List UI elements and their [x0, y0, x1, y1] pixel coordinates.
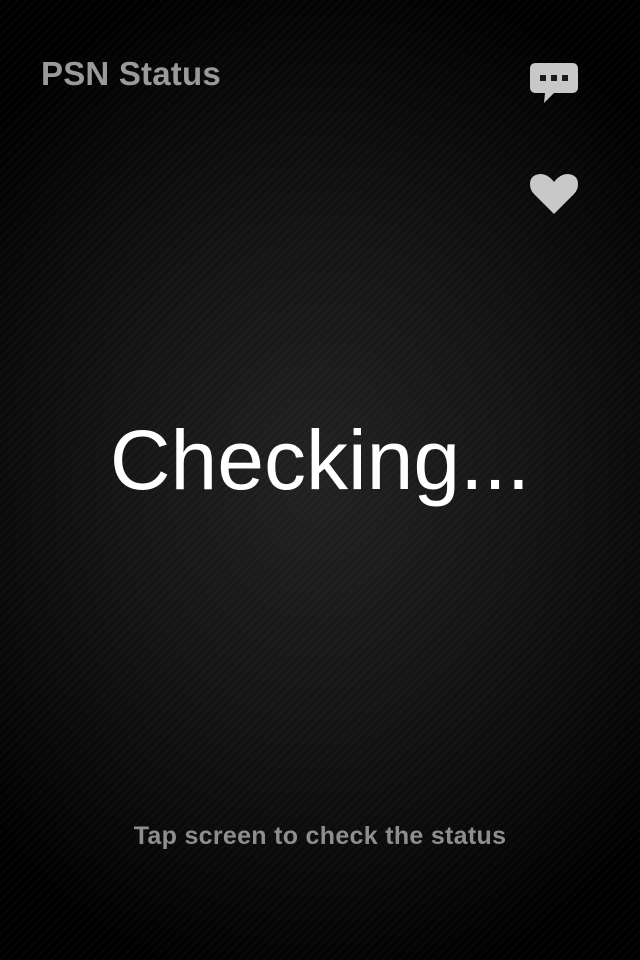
tap-to-check-area[interactable]: PSN Status Checking... Tap screen to che…	[0, 0, 640, 960]
status-message: Checking...	[109, 413, 531, 507]
heart-icon	[530, 174, 578, 214]
feedback-button[interactable]	[528, 60, 580, 108]
favorite-button[interactable]	[528, 170, 580, 218]
app-title: PSN Status	[41, 55, 221, 92]
tap-hint: Tap screen to check the status	[133, 822, 507, 850]
speech-bubble-icon	[530, 63, 578, 103]
